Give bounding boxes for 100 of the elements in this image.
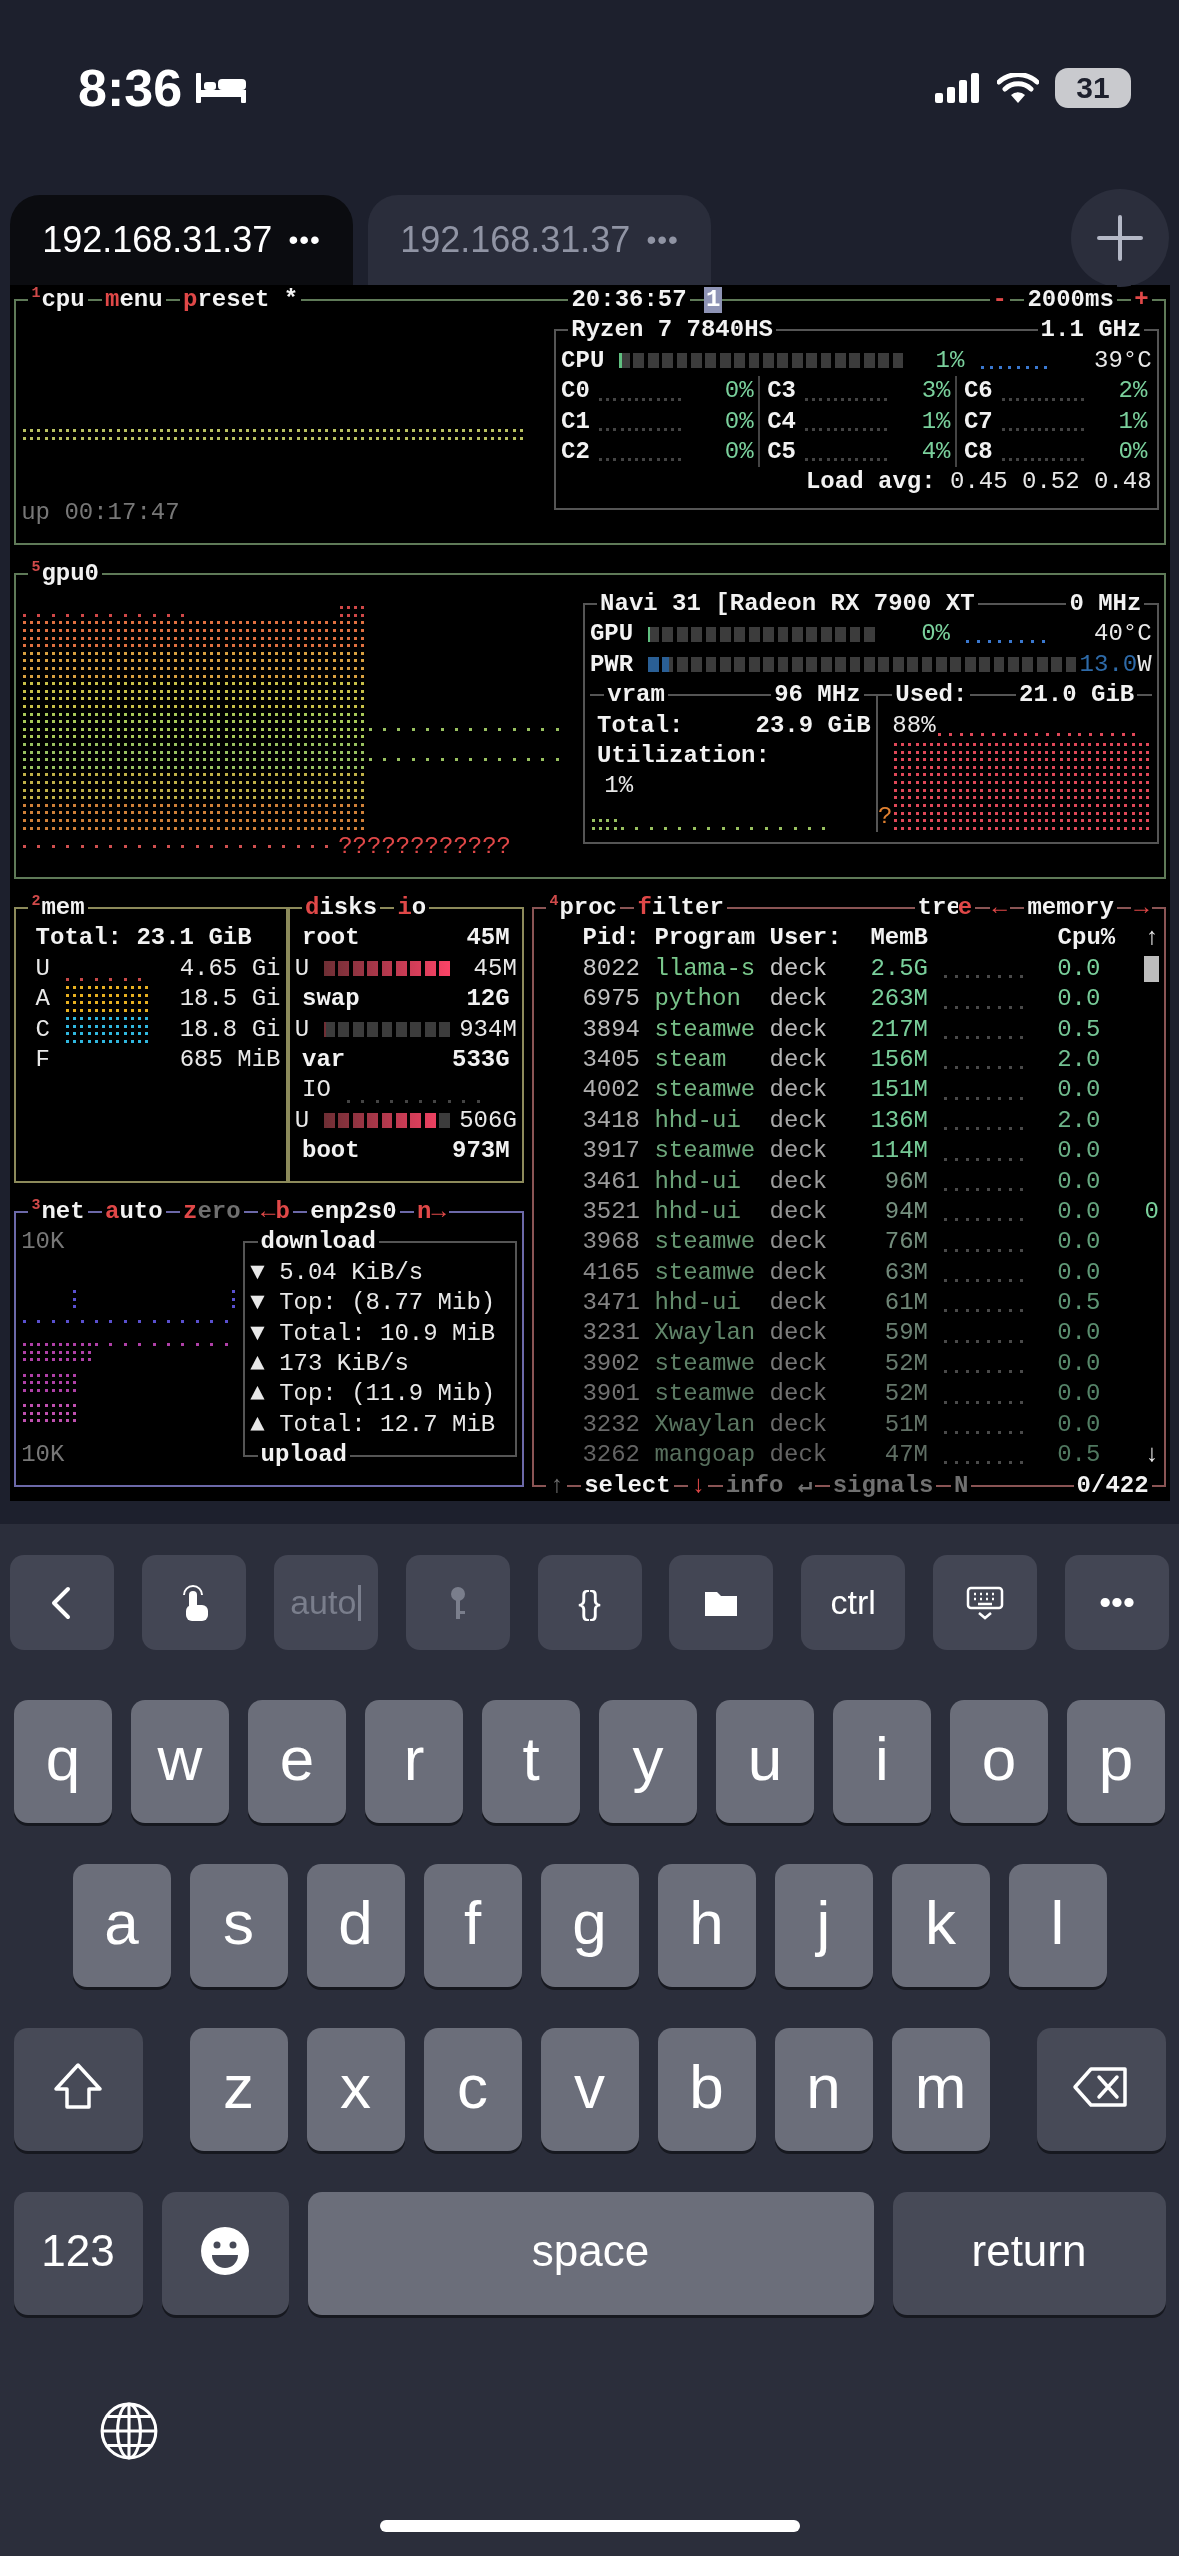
transfer-value: Top: (11.9 Mib): [279, 1379, 496, 1410]
memory-label: A: [35, 984, 50, 1015]
vram-total: 23.9 GiB: [755, 710, 871, 741]
disk-size: 45M: [466, 923, 510, 954]
user-cell-text: deck: [769, 1379, 829, 1410]
session-tab[interactable]: 192.168.31.37 •••: [10, 195, 353, 285]
letter-key[interactable]: p: [1067, 1700, 1165, 1823]
memory-cell-text: 76M: [883, 1227, 928, 1258]
arrow-label: ▲: [250, 1409, 265, 1440]
core-percent: 1%: [1118, 406, 1149, 437]
letter-key[interactable]: h: [657, 1864, 756, 1987]
letter-key[interactable]: l: [1008, 1864, 1107, 1987]
memory-value: 18.8 Gi: [179, 1014, 281, 1045]
pid-cell-text: 4002: [581, 1075, 640, 1106]
letter-key[interactable]: a: [72, 1864, 171, 1987]
core-label: C5: [767, 436, 796, 467]
return-key[interactable]: return: [892, 2192, 1166, 2315]
letter-key[interactable]: y: [599, 1700, 697, 1823]
cpu-cell-text: 0.0: [1057, 1318, 1102, 1349]
letter-key[interactable]: j: [774, 1864, 873, 1987]
space-key[interactable]: space: [307, 2192, 874, 2315]
pid-cell-text: 3917: [581, 1136, 640, 1167]
letter-key[interactable]: x: [306, 2028, 405, 2151]
numbers-key[interactable]: 123: [13, 2192, 143, 2315]
toolbar-button[interactable]: ctrl: [801, 1555, 906, 1650]
user-cell-text: deck: [769, 1348, 829, 1379]
letter-key[interactable]: r: [365, 1700, 463, 1823]
toolbar-button[interactable]: [141, 1555, 246, 1650]
disk-used-label: U: [294, 1014, 310, 1045]
disk-used-value: 934M: [459, 1014, 517, 1045]
used-percent: 88%: [892, 710, 936, 741]
letter-key[interactable]: f: [423, 1864, 522, 1987]
letter-key[interactable]: v: [540, 2028, 639, 2151]
toolbar-button[interactable]: [669, 1555, 774, 1650]
user-cell-text: deck: [769, 1075, 829, 1106]
arrow-label: ▲: [250, 1379, 265, 1410]
column-header: Cpu%: [1057, 923, 1116, 954]
program-cell-text: steamwe: [654, 1348, 756, 1379]
plus-icon: [1095, 213, 1145, 263]
letter-key[interactable]: i: [833, 1700, 931, 1823]
cpu-cell-text: 0.5: [1057, 1014, 1102, 1045]
memory-cell-text: 63M: [883, 1257, 928, 1288]
toolbar-button[interactable]: {}: [537, 1555, 642, 1650]
core-label: C4: [767, 406, 796, 437]
toolbar-button[interactable]: •••: [1065, 1555, 1169, 1650]
letter-key[interactable]: k: [891, 1864, 990, 1987]
session-tab[interactable]: 192.168.31.37 •••: [368, 195, 711, 285]
more-label: •••: [646, 223, 679, 257]
disk-size: 973M: [452, 1136, 510, 1167]
toolbar-button[interactable]: [933, 1555, 1038, 1650]
load-label: Load avg:: [805, 467, 936, 498]
letter-key[interactable]: b: [657, 2028, 756, 2151]
column-header: User:: [769, 923, 843, 954]
program-cell-text: llama-s: [654, 953, 756, 984]
core-label: C7: [963, 406, 993, 437]
cpu-cell-text: 0.0: [1057, 984, 1102, 1015]
cpu-cell-text: 0.5: [1057, 1288, 1102, 1319]
letter-key[interactable]: c: [423, 2028, 522, 2151]
letter-key[interactable]: g: [540, 1864, 639, 1987]
memory-cell-text: 94M: [883, 1196, 928, 1227]
scroll-down-arrow[interactable]: ↓: [1144, 1440, 1159, 1471]
program-cell-text: steamwe: [654, 1257, 756, 1288]
overflow-mark: ?: [877, 801, 893, 832]
memory-cell-text: 151M: [869, 1075, 928, 1106]
column-header: Pid:: [581, 923, 640, 954]
memory-label: F: [35, 1044, 50, 1075]
letter-key[interactable]: z: [189, 2028, 288, 2151]
letter-key[interactable]: e: [248, 1700, 346, 1823]
pid-cell-text: 8022: [581, 953, 640, 984]
letter-key[interactable]: u: [716, 1700, 814, 1823]
core-label: C6: [963, 376, 993, 407]
graph-overflow-marks: ????????????: [338, 832, 511, 862]
letter-key[interactable]: d: [306, 1864, 405, 1987]
memory-cell-text: 59M: [883, 1318, 928, 1349]
scale-label: 10K: [21, 1440, 65, 1471]
emoji-key[interactable]: [161, 2192, 289, 2315]
pid-cell-text: 3902: [581, 1348, 640, 1379]
disk-used-label: U: [294, 1105, 310, 1136]
letter-key[interactable]: n: [774, 2028, 873, 2151]
power-value: 13.0: [1079, 649, 1138, 680]
letter-key[interactable]: o: [950, 1700, 1048, 1823]
uptime-label: up 00:17:47: [21, 497, 180, 528]
program-cell: steamwe: [654, 1075, 756, 1106]
letter-key[interactable]: w: [131, 1700, 229, 1823]
scroll-up-arrow[interactable]: ↑: [1144, 923, 1159, 954]
gpu-temperature: 40°C: [1094, 619, 1152, 650]
transfer-value: 173 KiB/s: [279, 1348, 409, 1379]
program-cell-text: hhd-ui: [654, 1166, 742, 1197]
letter-key[interactable]: m: [891, 2028, 990, 2151]
pid-cell-text: 3968: [581, 1227, 640, 1258]
letter-key[interactable]: s: [189, 1864, 288, 1987]
program-cell-text: hhd-ui: [654, 1196, 742, 1227]
letter-key[interactable]: q: [14, 1700, 112, 1823]
disk-size: 533G: [452, 1044, 510, 1075]
cpu-cell-text: 0.5: [1057, 1440, 1102, 1470]
shift-key[interactable]: [13, 2028, 143, 2151]
program-cell-text: python: [654, 984, 742, 1015]
letter-key[interactable]: t: [482, 1700, 580, 1823]
backspace-key[interactable]: [1036, 2028, 1166, 2151]
globe-icon[interactable]: [98, 2400, 160, 2462]
